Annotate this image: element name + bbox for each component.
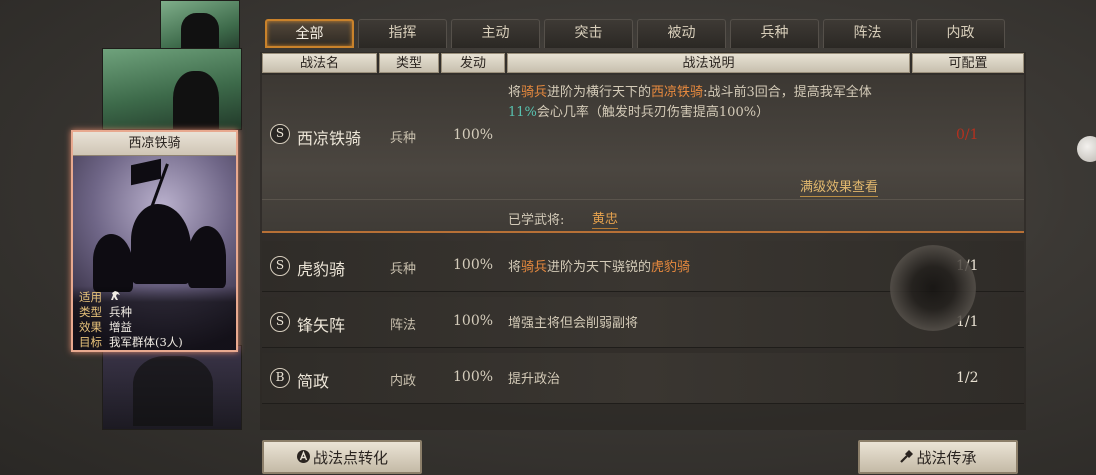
skill-count: 1/2: [956, 370, 979, 386]
side-handle[interactable]: [1077, 136, 1096, 162]
grade-badge: S: [270, 312, 290, 332]
header-rate: 发动: [441, 53, 505, 73]
skill-type: 兵种: [390, 262, 417, 277]
skill-card-thumbnail[interactable]: [102, 345, 242, 430]
card-info-key: 适用: [79, 290, 102, 304]
skill-rate: 100%: [453, 127, 494, 143]
description-text: 将: [508, 85, 522, 100]
skill-name: 虎豹骑: [297, 260, 346, 279]
card-info-type: 类型 兵种: [79, 305, 236, 320]
skill-name: 锋矢阵: [297, 316, 346, 335]
learned-generals: 已学武将: 黄忠: [262, 199, 1024, 231]
swirl-decoration: [890, 245, 976, 331]
skill-description: 将骑兵进阶为横行天下的西凉铁骑:战斗前3回合，提高我军全体 11%会心几率（触发时…: [508, 83, 888, 123]
card-info-effect: 效果 增益: [79, 320, 236, 335]
skill-card-thumbnail[interactable]: [102, 48, 242, 130]
card-info: 适用 类型 兵种 效果 增益 目标 我军群体(3人): [73, 286, 236, 350]
banner-flag: [131, 158, 161, 186]
highlighted-term: 骑兵: [521, 85, 548, 100]
description-text: 进阶为横行天下的: [547, 85, 652, 100]
rider-silhouette: [181, 13, 219, 53]
card-info-key: 类型: [79, 305, 102, 319]
highlighted-term: 骑兵: [521, 260, 548, 275]
skill-description: 增强主将但会削弱副将: [508, 314, 888, 334]
skill-rate: 100%: [453, 369, 494, 385]
learned-general-link[interactable]: 黄忠: [592, 208, 619, 229]
tab-command[interactable]: 指挥: [358, 19, 447, 48]
grade-badge: S: [270, 124, 290, 144]
header-name: 战法名: [262, 53, 377, 73]
tab-formation[interactable]: 阵法: [823, 19, 912, 48]
skill-rate: 100%: [453, 257, 494, 273]
inherit-label: 战法传承: [916, 449, 977, 467]
tab-all[interactable]: 全部: [265, 19, 354, 48]
header-type: 类型: [379, 53, 439, 73]
card-info-value: 增益: [109, 320, 132, 334]
skill-type: 阵法: [390, 318, 417, 333]
skill-count: 0/1: [956, 127, 979, 143]
card-info-target: 目标 我军群体(3人): [79, 335, 236, 350]
tab-assault[interactable]: 突击: [544, 19, 633, 48]
description-text: 会心几率（触发时兵刃伤害提高100%）: [536, 105, 770, 120]
card-info-key: 效果: [79, 320, 102, 334]
card-info-applicable: 适用: [79, 290, 236, 305]
description-text: 将: [508, 260, 522, 275]
description-text: :战斗前3回合，提高我军全体: [703, 85, 872, 100]
grade-badge: S: [270, 256, 290, 276]
skill-rate: 100%: [453, 313, 494, 329]
tab-active[interactable]: 主动: [451, 19, 540, 48]
card-title: 西凉铁骑: [73, 132, 236, 156]
inherit-skill-button[interactable]: 战法传承: [858, 440, 1018, 474]
skill-type: 兵种: [390, 131, 417, 146]
learned-label: 已学武将:: [508, 213, 565, 228]
circle-a-icon: [296, 443, 311, 475]
skill-name: 西凉铁骑: [297, 129, 362, 148]
skill-name: 简政: [297, 372, 330, 391]
description-text: 提升政治: [508, 372, 561, 387]
full-effect-link[interactable]: 满级效果查看: [800, 176, 879, 197]
card-info-value: 我军群体(3人): [109, 335, 183, 349]
highlighted-term: 西凉铁骑: [651, 85, 704, 100]
highlighted-term: 虎豹骑: [651, 260, 691, 275]
skill-description: 提升政治: [508, 370, 888, 390]
hammer-icon: [899, 443, 914, 475]
card-info-value: 兵种: [109, 305, 132, 319]
rider-silhouette: [173, 71, 219, 129]
description-text: 增强主将但会削弱副将: [508, 316, 639, 331]
convert-points-button[interactable]: 战法点转化: [262, 440, 422, 474]
cavalry-silhouette: [93, 234, 133, 292]
skill-row[interactable]: B 简政 内政 100% 提升政治 1/2: [262, 353, 1024, 404]
tab-internal[interactable]: 内政: [916, 19, 1005, 48]
card-info-key: 目标: [79, 335, 102, 349]
cavalry-silhouette: [131, 204, 191, 284]
skill-row[interactable]: S 西凉铁骑 兵种 100% 将骑兵进阶为横行天下的西凉铁骑:战斗前3回合，提高…: [262, 75, 1024, 233]
rider-silhouette: [133, 356, 213, 426]
selected-skill-card[interactable]: 西凉铁骑 适用 类型 兵种 效果 增益 目标 我军群体(3人): [71, 130, 238, 352]
tab-troop[interactable]: 兵种: [730, 19, 819, 48]
skill-list: S 西凉铁骑 兵种 100% 将骑兵进阶为横行天下的西凉铁骑:战斗前3回合，提高…: [262, 75, 1024, 409]
category-tabs: 全部 指挥 主动 突击 被动 兵种 阵法 内政: [265, 19, 1005, 48]
highlighted-term: 11%: [508, 105, 537, 120]
skill-type: 内政: [390, 374, 417, 389]
grade-badge: B: [270, 368, 290, 388]
tab-passive[interactable]: 被动: [637, 19, 726, 48]
skill-description: 将骑兵进阶为天下骁锐的虎豹骑: [508, 258, 888, 278]
horse-icon: [109, 290, 121, 305]
header-count: 可配置: [912, 53, 1024, 73]
header-desc: 战法说明: [507, 53, 910, 73]
convert-label: 战法点转化: [312, 449, 388, 467]
cavalry-silhouette: [188, 226, 226, 288]
table-header: 战法名 类型 发动 战法说明 可配置: [262, 53, 1024, 73]
description-text: 进阶为天下骁锐的: [547, 260, 652, 275]
card-column: 西凉铁骑 适用 类型 兵种 效果 增益 目标 我军群体(3人): [60, 0, 260, 475]
